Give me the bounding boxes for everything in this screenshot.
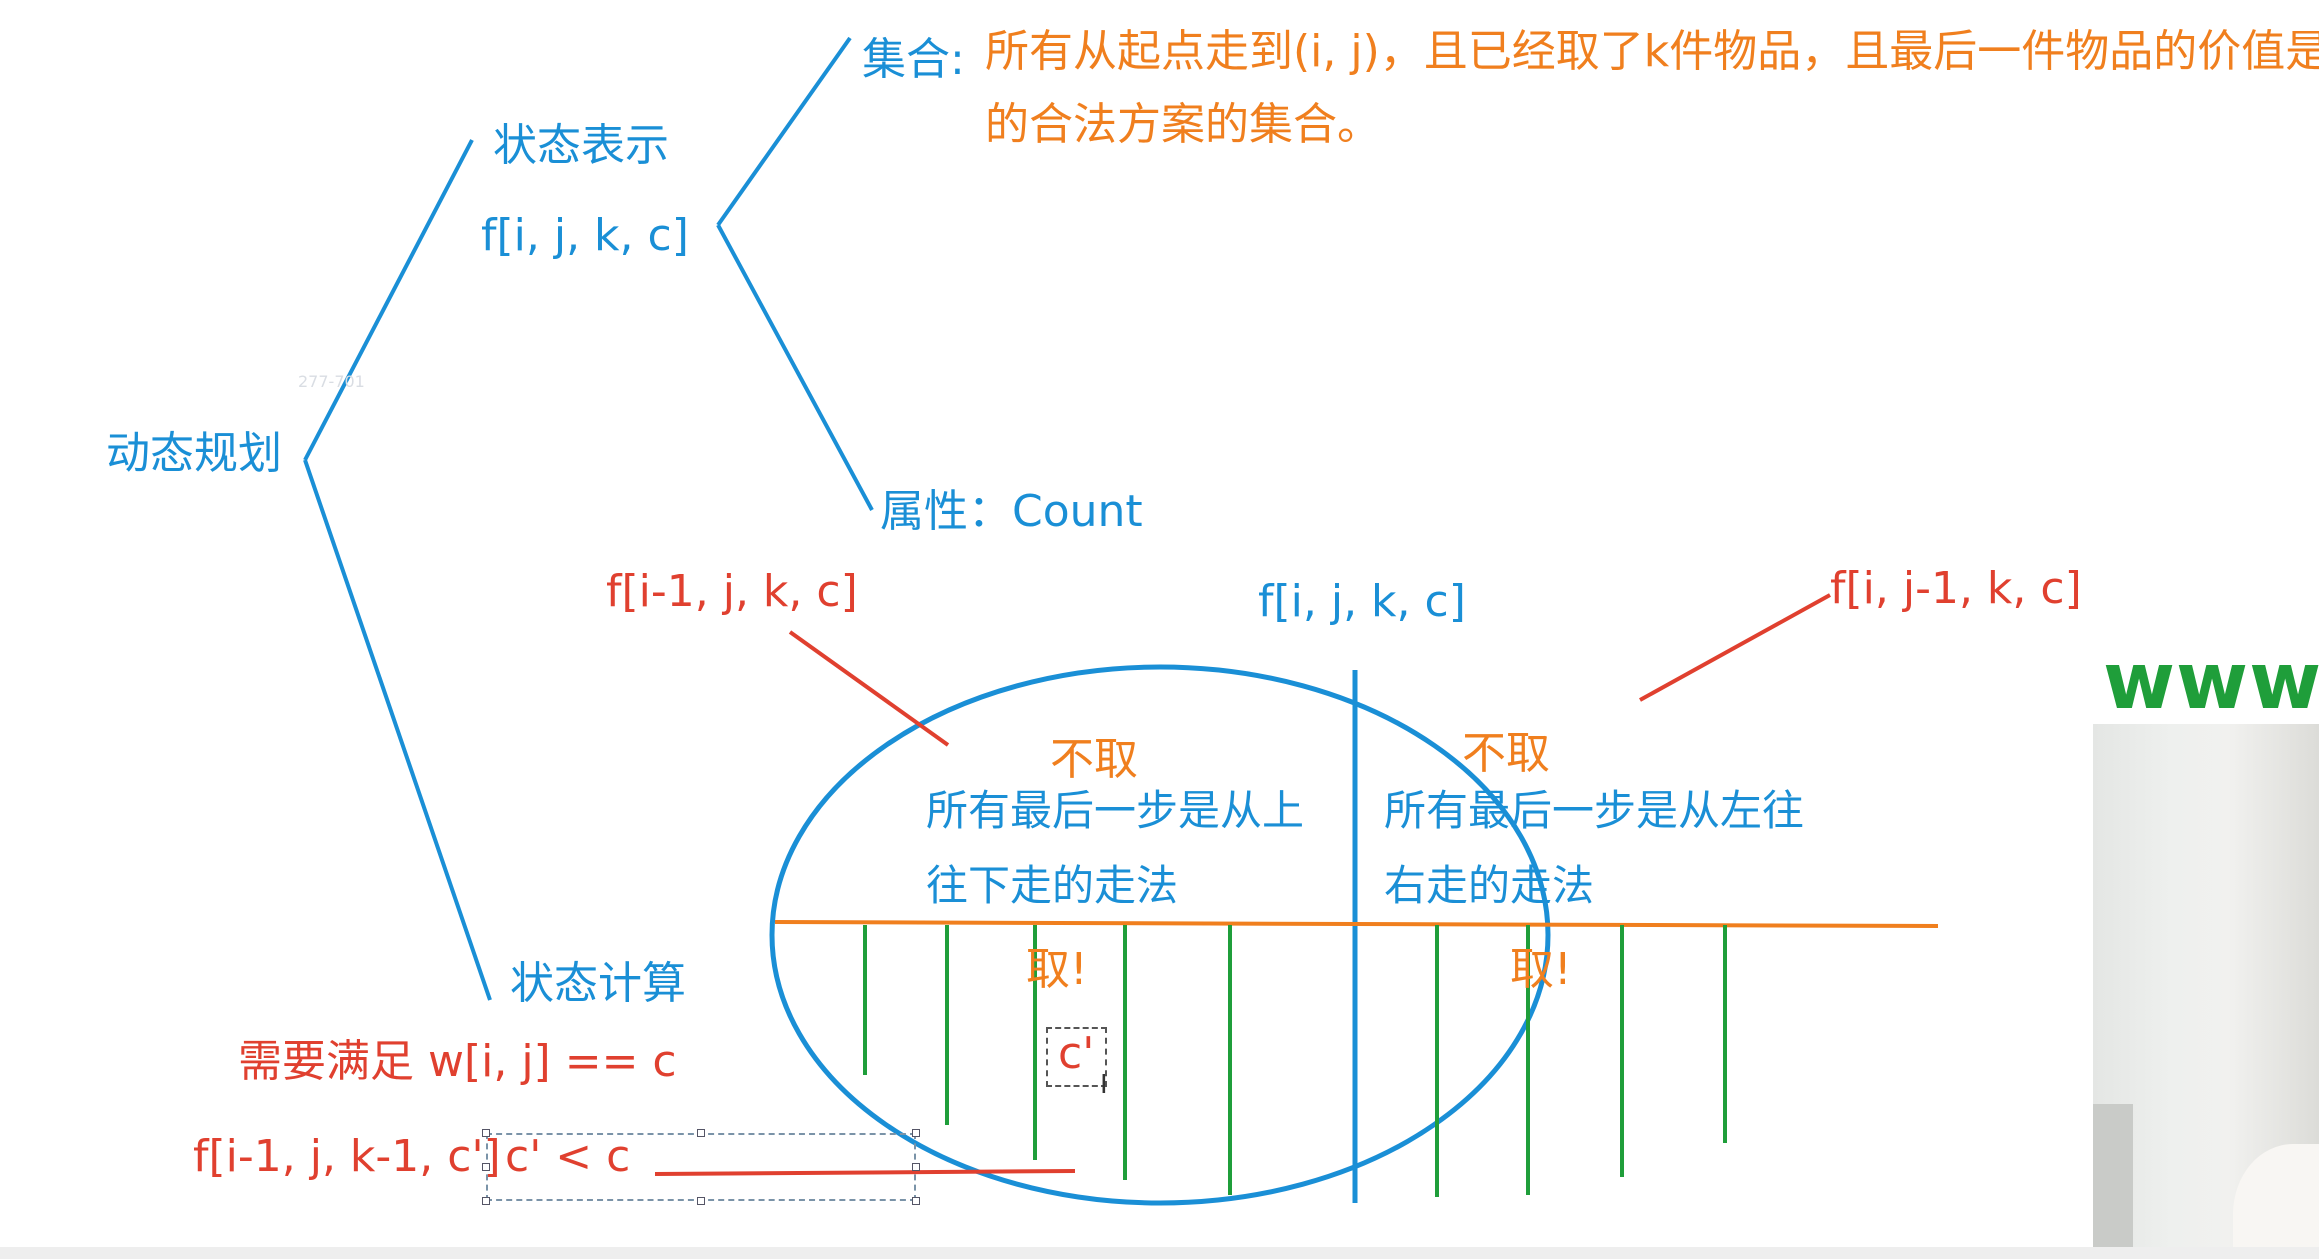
text-cursor-icon: I	[1100, 1070, 1108, 1100]
state-repr-label: 状态表示	[493, 120, 669, 171]
root-branch-upper	[303, 139, 474, 461]
right-ref-connector	[1639, 593, 1831, 702]
presenter-webcam	[2093, 724, 2319, 1259]
set-description-line2: 的合法方案的集合。	[985, 99, 1381, 150]
left-top-line2: 往下走的走法	[926, 861, 1179, 910]
root-label: 动态规划	[106, 428, 282, 479]
recurrence-formula: f[i-1, j, k-1, c']	[193, 1131, 501, 1182]
selection-handle[interactable]	[482, 1129, 490, 1137]
left-ref-formula: f[i-1, j, k, c]	[606, 566, 858, 617]
selection-handle[interactable]	[482, 1197, 490, 1205]
repr-branch-lower	[716, 224, 874, 511]
left-bottom-title: 取!	[1026, 944, 1088, 995]
set-description-line1: 所有从起点走到(i, j)，且已经取了k件物品，且最后一件物品的价值是C	[985, 26, 2319, 77]
site-watermark: www.a	[2103, 637, 2319, 727]
take-partition-lines	[863, 925, 1727, 1197]
repr-branch-upper	[716, 36, 852, 227]
c-prime-label: c'	[1058, 1028, 1095, 1079]
bottom-edge	[0, 1247, 2319, 1259]
faint-annotation: 277-701	[298, 372, 365, 391]
ellipse-horizontal-divider	[774, 920, 1939, 928]
right-bottom-title: 取!	[1510, 944, 1572, 995]
ellipse-center-formula: f[i, j, k, c]	[1258, 576, 1466, 627]
state-ellipse	[769, 664, 1551, 1206]
selection-handle[interactable]	[912, 1197, 920, 1205]
selection-handle[interactable]	[697, 1197, 705, 1205]
right-ref-formula: f[i, j-1, k, c]	[1830, 563, 2082, 614]
selection-handle[interactable]	[697, 1129, 705, 1137]
set-label: 集合:	[862, 34, 965, 85]
selection-handle[interactable]	[912, 1129, 920, 1137]
left-top-line1: 所有最后一步是从上	[926, 786, 1305, 835]
webcam-shadow	[2093, 1104, 2133, 1259]
state-calc-label: 状态计算	[510, 958, 686, 1009]
left-ref-connector	[788, 630, 950, 747]
attribute-label: 属性：Count	[880, 486, 1143, 537]
right-top-line1: 所有最后一步是从左往	[1384, 786, 1805, 835]
selection-handle[interactable]	[482, 1163, 490, 1171]
left-top-title: 不取	[1050, 734, 1138, 785]
right-top-title: 不取	[1462, 728, 1550, 779]
selection-handle[interactable]	[912, 1163, 920, 1171]
red-connectors	[654, 593, 1831, 1176]
state-repr-formula: f[i, j, k, c]	[481, 210, 689, 261]
text-selection-box[interactable]	[486, 1133, 916, 1201]
right-top-line2: 右走的走法	[1384, 861, 1595, 910]
requirement-text: 需要满足 w[i, j] == c	[238, 1036, 677, 1087]
root-branch-lower	[303, 459, 492, 1001]
